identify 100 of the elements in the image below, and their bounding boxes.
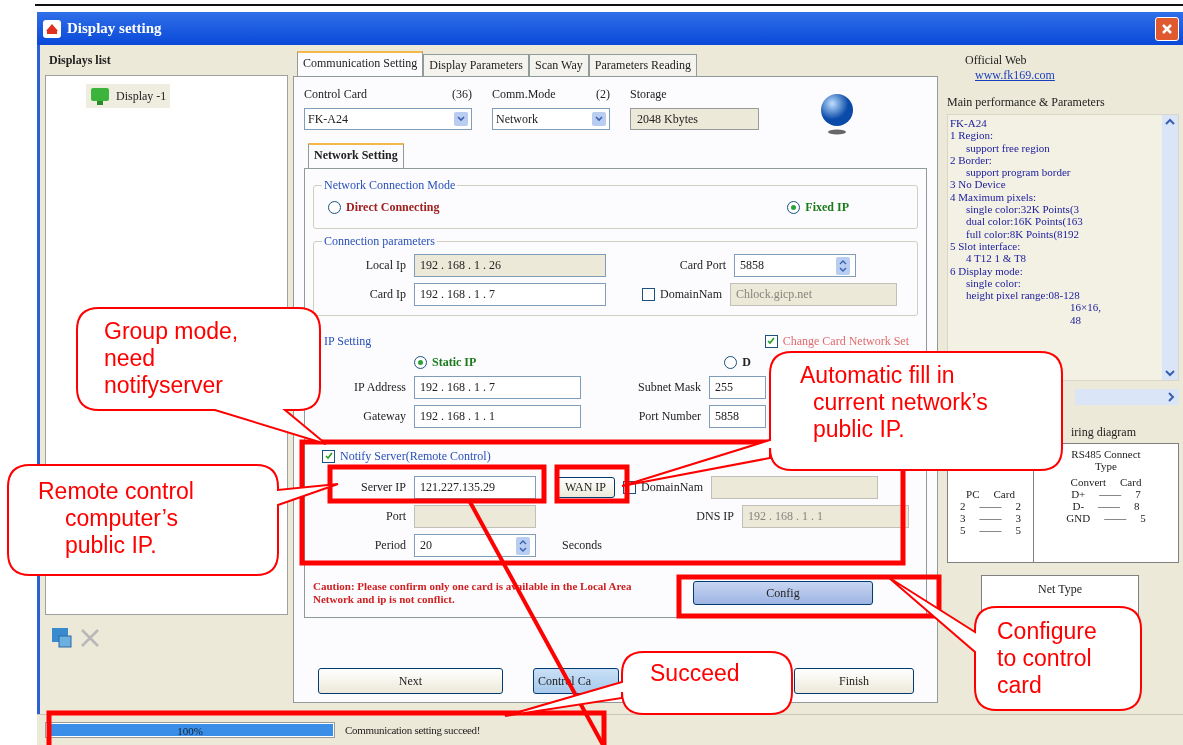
number-field[interactable]: 5858 bbox=[734, 254, 856, 277]
number-field[interactable]: 5858 bbox=[709, 405, 766, 428]
close-button[interactable] bbox=[1155, 16, 1179, 41]
table-cell: D- bbox=[1072, 500, 1085, 512]
config-button[interactable]: Config bbox=[693, 581, 873, 605]
field-label: Period bbox=[373, 538, 406, 553]
ip-field[interactable]: 121.227.135.29 bbox=[414, 476, 536, 499]
table-cell: GND bbox=[1066, 512, 1091, 524]
tab[interactable]: Network Setting bbox=[308, 143, 404, 168]
field-label: Subnet Mask bbox=[637, 380, 701, 395]
ip-field[interactable]: 192 . 168 . 1 . 7 bbox=[414, 283, 606, 306]
callout-text: Succeed bbox=[650, 660, 740, 687]
ip-field[interactable]: 192 . 168 . 1 . 1 bbox=[414, 405, 581, 428]
callout-text: Group mode, need notifyserver bbox=[104, 318, 239, 399]
parameter-line: 4 Maximum pixels: bbox=[950, 190, 1038, 204]
section-title: Main performance & Parameters bbox=[947, 95, 1106, 110]
callout-text: Remote control computer’s public IP. bbox=[38, 478, 194, 559]
field-label: Port Number bbox=[637, 409, 701, 424]
spinner-arrows-icon bbox=[516, 536, 530, 555]
table-cell: 7 bbox=[1135, 488, 1141, 500]
table-cell: —— bbox=[979, 512, 1002, 524]
field-label: DNS IP bbox=[695, 509, 734, 524]
field-label: Comm.Mode bbox=[492, 87, 556, 102]
tab[interactable]: Parameters Reading bbox=[588, 54, 698, 76]
domain-field[interactable] bbox=[711, 476, 878, 499]
website-link[interactable]: www.fk169.com bbox=[947, 68, 1055, 83]
parameter-line: support free region bbox=[965, 141, 1051, 154]
table-header: PC bbox=[966, 488, 980, 500]
section-title: iring diagram bbox=[1070, 425, 1137, 439]
panel-title: Displays list bbox=[48, 53, 112, 69]
field-label: Storage bbox=[630, 87, 668, 102]
parameter-line: 48 bbox=[1069, 313, 1082, 327]
ip-field[interactable]: 192 . 168 . 1 . 7 bbox=[414, 376, 581, 399]
scrollbar[interactable] bbox=[1075, 389, 1179, 405]
field-label: (2) bbox=[596, 87, 610, 102]
caret-icon bbox=[454, 112, 468, 126]
table-title: RS485 Connect Type bbox=[1071, 448, 1141, 472]
table-header: Convert bbox=[1070, 476, 1107, 488]
display-icon bbox=[90, 86, 110, 106]
field-label: Seconds bbox=[562, 538, 602, 553]
parameter-line: single color: bbox=[966, 276, 1022, 290]
table-cell: 3 bbox=[1015, 512, 1021, 524]
parameter-line: support program border bbox=[965, 166, 1072, 179]
field-label: (36) bbox=[452, 87, 472, 102]
tree-item[interactable]: Display -1 bbox=[86, 84, 171, 108]
status-message: Communication setting succeed! bbox=[344, 724, 481, 736]
parameter-line: dual color:16K Points(163 bbox=[965, 215, 1084, 228]
field-label: Local Ip bbox=[364, 258, 406, 273]
table-cell: —— bbox=[1104, 512, 1127, 524]
table-cell: —— bbox=[1099, 488, 1122, 500]
tab[interactable]: Display Parameters bbox=[423, 54, 529, 76]
spinner-arrows-icon bbox=[836, 256, 850, 275]
checkbox[interactable]: Notify Server(Remote Control) bbox=[322, 448, 491, 464]
tab[interactable]: Communication Setting bbox=[297, 51, 424, 76]
globe-icon bbox=[819, 93, 855, 135]
scrollbar[interactable] bbox=[1162, 115, 1178, 380]
field-label: Card Port bbox=[678, 258, 726, 273]
callout-text: Automatic fill in current network’s public IP. bbox=[800, 362, 988, 443]
close-icon bbox=[1161, 22, 1173, 35]
parameter-line: 4 T12 1 & T8 bbox=[965, 252, 1028, 265]
field-label: Card Ip bbox=[368, 287, 406, 302]
parameter-line: 3 No Device bbox=[950, 178, 1007, 191]
parameter-line: 16×16, bbox=[1069, 301, 1102, 314]
dialog-button[interactable]: Next bbox=[318, 668, 503, 694]
dialog-button[interactable]: Finish bbox=[794, 668, 914, 694]
table-cell: 3 bbox=[960, 512, 966, 524]
tab[interactable]: Scan Way bbox=[528, 54, 589, 76]
group-title: Connection parameters bbox=[322, 234, 437, 249]
dropdown[interactable]: Network bbox=[492, 108, 610, 130]
ip-field[interactable]: 255 bbox=[709, 376, 766, 399]
table-cell: —— bbox=[979, 500, 1002, 512]
parameter-line: full color:8K Points(8192 bbox=[965, 227, 1081, 240]
radio-button[interactable]: Direct Connecting bbox=[328, 200, 440, 215]
parameter-line: single color:32K Points(3 bbox=[965, 203, 1081, 216]
field-label: Gateway bbox=[362, 409, 406, 424]
parameter-line: 5 Slot interface: bbox=[950, 239, 1022, 253]
radio-button[interactable]: Fixed IP bbox=[787, 200, 849, 215]
checkbox[interactable]: DomainNam bbox=[642, 287, 722, 302]
ip-field[interactable]: 192 . 168 . 1 . 26 bbox=[414, 254, 606, 277]
number-field[interactable]: 20 bbox=[414, 534, 536, 557]
radio-button[interactable]: Static IP bbox=[414, 354, 477, 370]
table-cell: 2 bbox=[960, 500, 966, 512]
number-field[interactable] bbox=[414, 505, 536, 528]
field-label: Server IP bbox=[360, 480, 406, 495]
check-icon bbox=[324, 452, 333, 460]
field-label: Port bbox=[385, 509, 406, 524]
progress-label: 100% bbox=[176, 724, 204, 739]
parameter-line: FK-A24 bbox=[950, 117, 988, 130]
field-label: Control Card bbox=[304, 87, 367, 102]
add-display-icon[interactable] bbox=[51, 627, 73, 649]
parameter-line: 2 Border: bbox=[950, 153, 992, 167]
parameter-line: height pixel range:08-128 bbox=[965, 289, 1081, 302]
parameter-line: 1 Region: bbox=[950, 129, 995, 142]
radio-button[interactable]: D bbox=[724, 354, 751, 370]
window-title: Display setting bbox=[67, 20, 163, 37]
official-web-label: Official Web bbox=[964, 53, 1028, 68]
caret-icon bbox=[592, 112, 606, 126]
app-icon bbox=[43, 19, 61, 38]
read-only-field: 2048 Kbytes bbox=[630, 108, 759, 130]
dropdown[interactable]: FK-A24 bbox=[304, 108, 472, 130]
